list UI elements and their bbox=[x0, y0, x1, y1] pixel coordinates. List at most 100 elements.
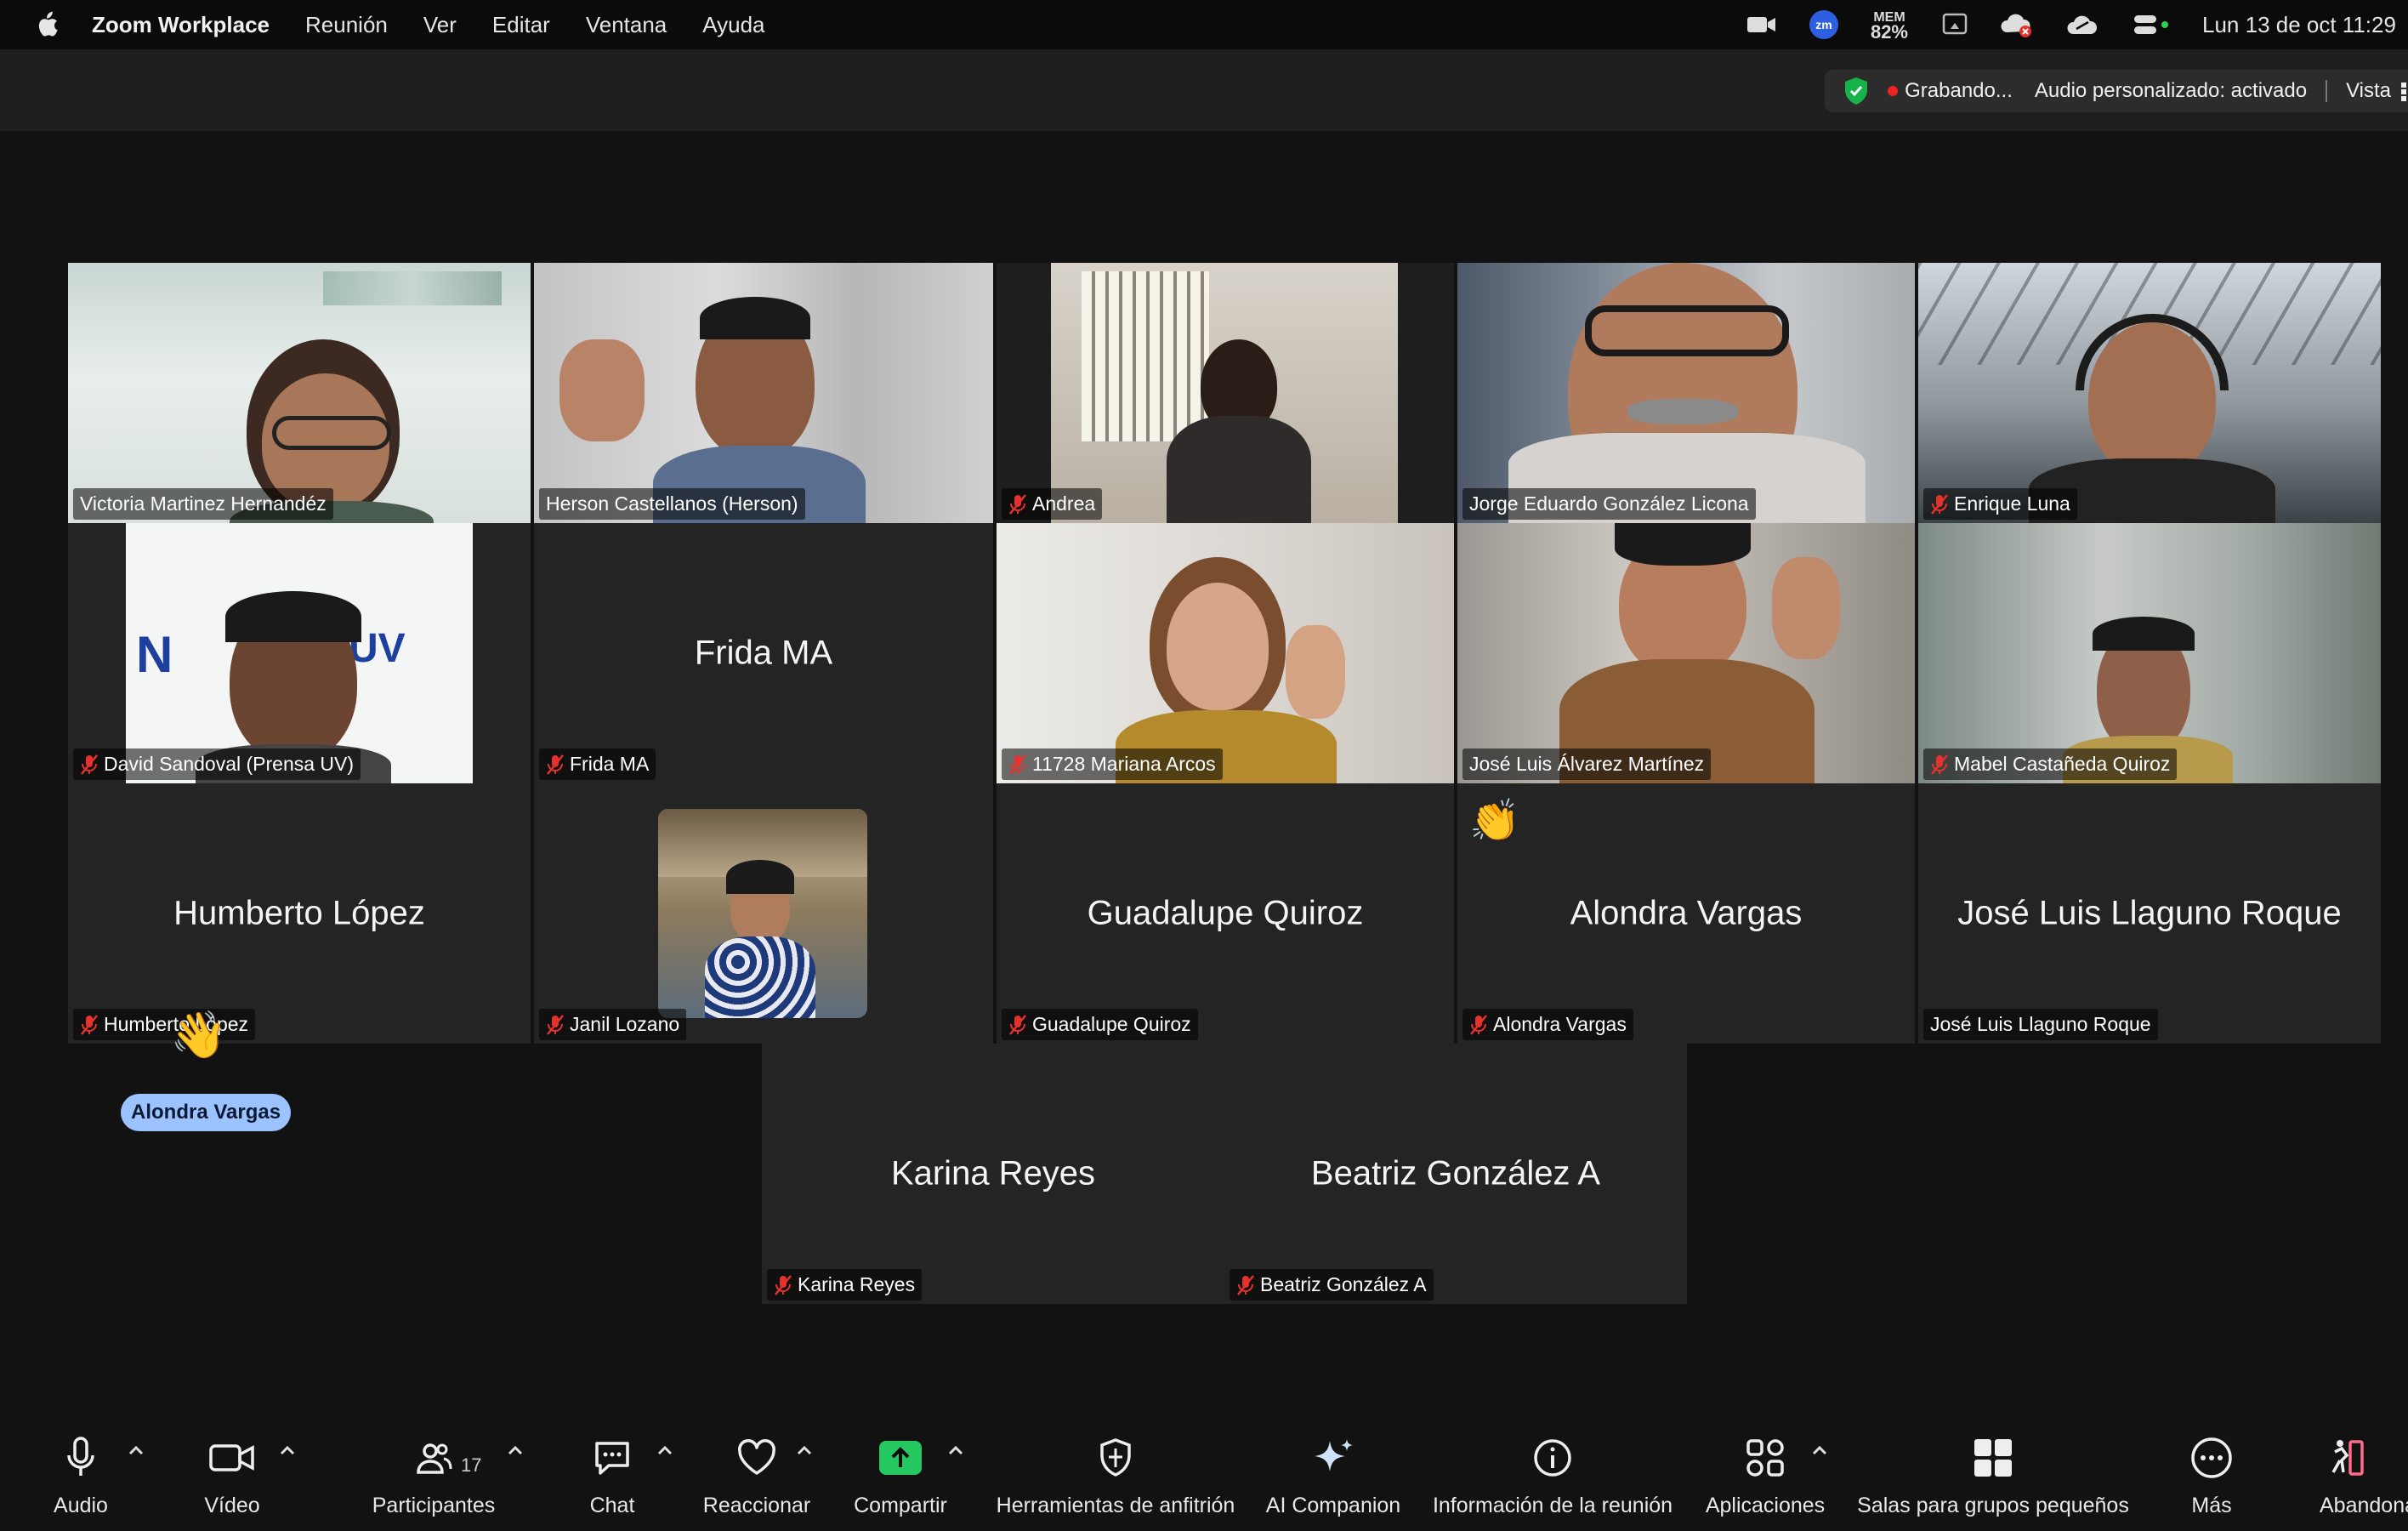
chat-options-chevron-icon[interactable] bbox=[655, 1441, 675, 1461]
participant-name-tag: Janil Lozano bbox=[539, 1009, 687, 1040]
muted-mic-icon bbox=[80, 1014, 99, 1036]
participant-tile[interactable]: Victoria Martinez Hernandéz bbox=[68, 263, 531, 523]
participants-options-chevron-icon[interactable] bbox=[505, 1441, 525, 1461]
participant-tile[interactable]: Janil Lozano bbox=[534, 783, 993, 1044]
view-button[interactable]: Vista bbox=[2346, 79, 2391, 103]
apps-icon bbox=[1746, 1439, 1784, 1477]
chat-button[interactable]: Chat bbox=[570, 1434, 655, 1518]
participant-name: Alondra Vargas bbox=[1493, 1013, 1627, 1035]
encryption-shield-icon[interactable] bbox=[1843, 77, 1869, 105]
muted-mic-icon bbox=[1236, 1274, 1255, 1296]
participant-tile[interactable]: Andrea bbox=[997, 263, 1454, 523]
apps-options-chevron-icon[interactable] bbox=[1809, 1441, 1830, 1461]
camera-status-icon[interactable] bbox=[1746, 14, 1777, 35]
apple-icon[interactable] bbox=[34, 11, 60, 38]
meeting-status-pill: Grabando... Audio personalizado: activad… bbox=[1825, 70, 2408, 112]
more-button[interactable]: Más bbox=[2173, 1434, 2250, 1518]
cloud-sync-error-icon[interactable] bbox=[2000, 12, 2034, 37]
participant-display-name: Humberto López bbox=[173, 894, 425, 932]
participant-tile[interactable]: Alondra Vargas Alondra Vargas bbox=[1457, 783, 1915, 1044]
participants-button[interactable]: Participantes bbox=[357, 1434, 510, 1518]
participant-name: Jorge Eduardo González Licona bbox=[1469, 492, 1749, 515]
control-center-icon[interactable] bbox=[2133, 12, 2170, 37]
menu-ventana[interactable]: Ventana bbox=[586, 12, 667, 38]
video-feed bbox=[68, 263, 531, 523]
participant-tile[interactable]: Beatriz González A Beatriz González A bbox=[1224, 1044, 1687, 1304]
participant-tile[interactable]: 11728 Mariana Arcos bbox=[997, 523, 1454, 783]
participant-tile[interactable]: Karina Reyes Karina Reyes bbox=[762, 1044, 1224, 1304]
zoom-menubar-icon[interactable]: zm bbox=[1809, 10, 1838, 39]
muted-mic-icon bbox=[1469, 1014, 1488, 1036]
share-screen-icon bbox=[879, 1441, 922, 1475]
menu-reunion[interactable]: Reunión bbox=[305, 12, 388, 38]
display-icon[interactable] bbox=[1942, 12, 1968, 37]
participant-name-tag: Karina Reyes bbox=[767, 1269, 923, 1300]
video-camera-icon bbox=[209, 1444, 254, 1471]
recording-status[interactable]: Grabando... bbox=[1905, 79, 2013, 103]
participant-tile[interactable]: Humberto López Humberto López bbox=[68, 783, 531, 1044]
uv-logo: N bbox=[136, 626, 173, 683]
memory-indicator[interactable]: MEM 82% bbox=[1871, 10, 1908, 42]
participant-tile[interactable]: Jorge Eduardo González Licona bbox=[1457, 263, 1915, 523]
muted-mic-icon bbox=[774, 1274, 792, 1296]
app-name[interactable]: Zoom Workplace bbox=[92, 12, 270, 38]
audio-button[interactable]: Audio bbox=[34, 1434, 128, 1518]
participant-tile[interactable]: Frida MA Frida MA bbox=[534, 523, 993, 783]
menu-ver[interactable]: Ver bbox=[423, 12, 457, 38]
host-tools-button[interactable]: Herramientas de anfitrión bbox=[988, 1434, 1243, 1518]
muted-mic-icon bbox=[1008, 754, 1027, 776]
microphone-icon bbox=[67, 1437, 94, 1476]
participant-tile[interactable]: N UV David Sandoval (Prensa UV) bbox=[68, 523, 531, 783]
muted-mic-icon bbox=[1008, 1014, 1027, 1036]
video-feed bbox=[1457, 263, 1915, 523]
cloud-sync-icon[interactable] bbox=[2066, 12, 2100, 37]
participant-tile[interactable]: José Luis Álvarez Martínez bbox=[1457, 523, 1915, 783]
meeting-top-bar: Grabando... Audio personalizado: activad… bbox=[0, 49, 2408, 131]
participant-tile[interactable]: Enrique Luna bbox=[1918, 263, 2381, 523]
breakout-rooms-button[interactable]: Salas para grupos pequeños bbox=[1850, 1434, 2136, 1518]
participant-name: Frida MA bbox=[570, 753, 650, 775]
macos-menu-bar: Zoom Workplace Reunión Ver Editar Ventan… bbox=[0, 0, 2408, 49]
muted-mic-icon bbox=[546, 754, 565, 776]
meeting-toolbar: Audio Vídeo Participantes 17 Chat Reacci… bbox=[0, 1403, 2408, 1531]
participant-name-tag: Mabel Castañeda Quiroz bbox=[1923, 748, 2178, 780]
share-button[interactable]: Compartir bbox=[847, 1434, 954, 1518]
participant-name: Mabel Castañeda Quiroz bbox=[1954, 753, 2171, 775]
participant-tile[interactable]: Mabel Castañeda Quiroz bbox=[1918, 523, 2381, 783]
menu-editar[interactable]: Editar bbox=[492, 12, 550, 38]
participant-name-tag: José Luis Álvarez Martínez bbox=[1462, 748, 1712, 780]
video-button[interactable]: Vídeo bbox=[185, 1434, 279, 1518]
participants-icon bbox=[417, 1443, 452, 1474]
participant-display-name: Karina Reyes bbox=[890, 1154, 1096, 1192]
sparkle-icon bbox=[1315, 1439, 1353, 1471]
audio-status[interactable]: Audio personalizado: activado bbox=[2035, 79, 2307, 103]
participant-name: Beatriz González A bbox=[1260, 1273, 1427, 1295]
more-icon bbox=[2191, 1437, 2232, 1478]
video-feed bbox=[534, 263, 993, 523]
video-feed bbox=[1918, 263, 2381, 523]
meeting-info-button[interactable]: Información de la reunión bbox=[1425, 1434, 1680, 1518]
participant-display-name: Frida MA bbox=[694, 634, 833, 672]
react-options-chevron-icon[interactable] bbox=[794, 1441, 815, 1461]
view-grid-icon[interactable] bbox=[2399, 81, 2408, 101]
participants-count: 17 bbox=[461, 1454, 482, 1476]
menubar-clock[interactable]: Lun 13 de oct 11:29 bbox=[2202, 12, 2408, 38]
raised-hand-icon: 👋 bbox=[170, 1010, 228, 1061]
participant-name: Guadalupe Quiroz bbox=[1032, 1013, 1191, 1035]
participant-tile[interactable]: Guadalupe Quiroz Guadalupe Quiroz bbox=[997, 783, 1454, 1044]
participant-name: Enrique Luna bbox=[1954, 492, 2070, 515]
menu-ayuda[interactable]: Ayuda bbox=[702, 12, 764, 38]
participant-display-name: Guadalupe Quiroz bbox=[1087, 894, 1364, 932]
share-options-chevron-icon[interactable] bbox=[946, 1441, 966, 1461]
participant-name: 11728 Mariana Arcos bbox=[1032, 753, 1216, 775]
leave-button[interactable]: Abandonar bbox=[2320, 1434, 2408, 1518]
muted-mic-icon bbox=[1008, 493, 1027, 515]
muted-mic-icon bbox=[1930, 754, 1949, 776]
participant-tile[interactable]: Herson Castellanos (Herson) bbox=[534, 263, 993, 523]
participant-tile[interactable]: José Luis Llaguno Roque José Luis Llagun… bbox=[1918, 783, 2381, 1044]
video-options-chevron-icon[interactable] bbox=[277, 1441, 298, 1461]
video-feed bbox=[997, 523, 1454, 783]
reaction-name-label: Alondra Vargas bbox=[121, 1094, 292, 1131]
ai-companion-button[interactable]: AI Companion bbox=[1258, 1434, 1408, 1518]
audio-options-chevron-icon[interactable] bbox=[126, 1441, 146, 1461]
